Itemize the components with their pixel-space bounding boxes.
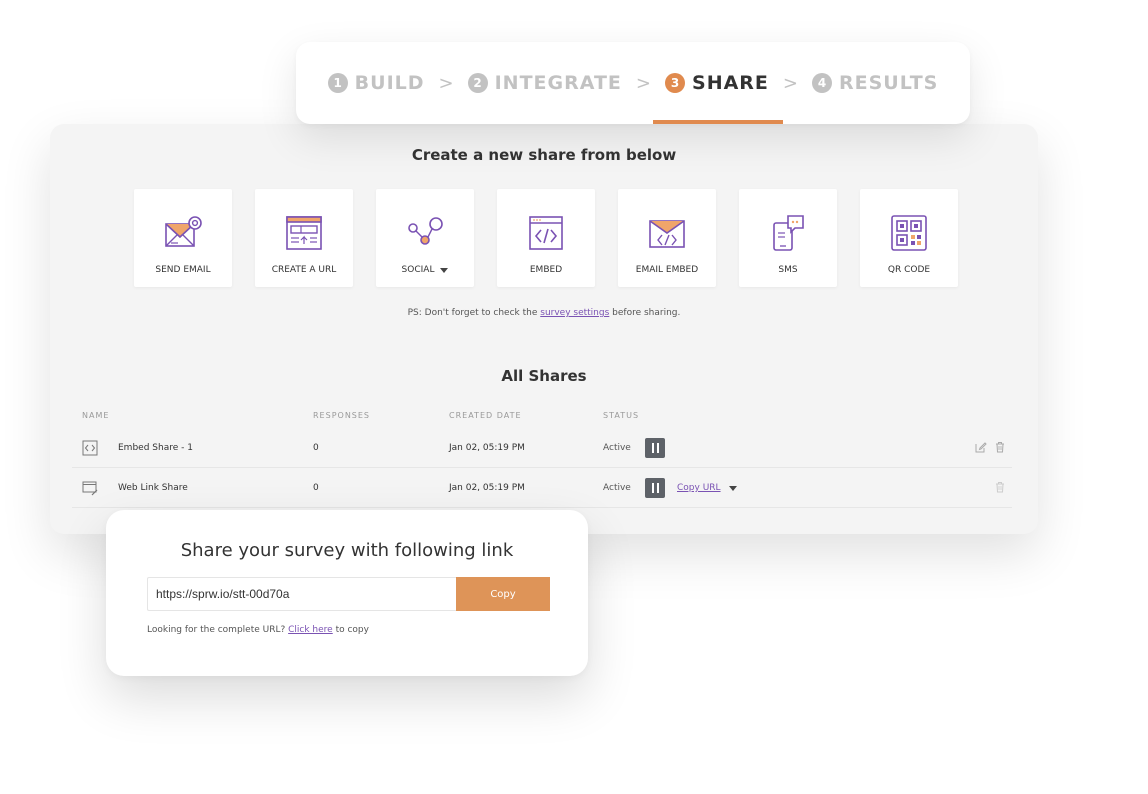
step-share[interactable]: 3 SHARE	[665, 72, 769, 94]
pause-button[interactable]	[645, 438, 665, 458]
pause-bar-icon	[656, 483, 659, 493]
tile-label: SOCIAL	[402, 265, 449, 275]
trash-icon[interactable]	[994, 481, 1006, 493]
step-build[interactable]: 1 BUILD	[327, 72, 425, 94]
qr-code-tile[interactable]: QR CODE	[860, 189, 958, 287]
share-responses: 0	[313, 483, 319, 493]
col-name: NAME	[82, 411, 110, 420]
table-row: Embed Share - 1 0 Jan 02, 05:19 PM Activ…	[72, 428, 1012, 468]
tile-label: EMBED	[529, 265, 563, 275]
sms-tile[interactable]: SMS	[739, 189, 837, 287]
share-options: SEND EMAIL CREATE A URL SOCIAL EMBED EMA…	[134, 189, 958, 287]
embed-tile[interactable]: EMBED	[497, 189, 595, 287]
share-created-date: Jan 02, 05:19 PM	[449, 483, 525, 493]
tile-label: SMS	[778, 265, 798, 275]
steps-bar: 1 BUILD > 2 INTEGRATE > 3 SHARE > 4 RESU…	[296, 42, 970, 124]
step-label: INTEGRATE	[494, 72, 622, 94]
caret-down-icon[interactable]	[440, 267, 449, 273]
tile-label: SEND EMAIL	[155, 265, 211, 275]
table-header: NAME RESPONSES CREATED DATE STATUS	[82, 411, 1002, 423]
pause-bar-icon	[651, 483, 654, 493]
col-status: STATUS	[603, 411, 640, 420]
chevron-right-icon: >	[635, 72, 652, 94]
social-label: SOCIAL	[401, 265, 435, 275]
pause-bar-icon	[656, 443, 659, 453]
ps-text: PS: Don't forget to check the	[407, 308, 541, 318]
settings-reminder: PS: Don't forget to check the survey set…	[50, 308, 1038, 318]
step-number: 1	[327, 73, 348, 93]
copy-url-dropdown[interactable]: Copy URL	[677, 483, 737, 493]
popup-title: Share your survey with following link	[180, 540, 514, 561]
envelope-at-icon	[165, 216, 202, 247]
share-link-popup: Share your survey with following link Co…	[106, 510, 588, 676]
web-link-icon	[82, 481, 98, 496]
envelope-code-icon	[649, 220, 685, 248]
step-number: 2	[467, 73, 488, 93]
send-email-tile[interactable]: SEND EMAIL	[134, 189, 232, 287]
step-label: BUILD	[354, 72, 425, 94]
share-status: Active	[603, 443, 631, 453]
col-created-date: CREATED DATE	[449, 411, 522, 420]
share-name[interactable]: Web Link Share	[118, 483, 188, 493]
share-status: Active	[603, 483, 631, 493]
step-label: RESULTS	[839, 72, 939, 94]
copy-url-link[interactable]: Copy URL	[677, 483, 721, 493]
share-created-date: Jan 02, 05:19 PM	[449, 443, 525, 453]
share-link-field[interactable]	[147, 577, 457, 611]
step-integrate[interactable]: 2 INTEGRATE	[467, 72, 622, 94]
phone-chat-icon	[773, 215, 804, 251]
caret-down-icon[interactable]	[728, 485, 737, 491]
edit-icon[interactable]	[975, 441, 987, 453]
copy-button[interactable]: Copy	[456, 577, 550, 611]
email-embed-tile[interactable]: EMAIL EMBED	[618, 189, 716, 287]
click-here-link[interactable]: Click here	[288, 625, 333, 635]
step-number: 3	[665, 73, 686, 93]
table-row: Web Link Share 0 Jan 02, 05:19 PM Active…	[72, 468, 1012, 508]
qr-code-icon	[891, 215, 927, 251]
tile-label: CREATE A URL	[271, 265, 337, 275]
share-name[interactable]: Embed Share - 1	[118, 443, 193, 453]
survey-settings-link[interactable]: survey settings	[540, 308, 609, 318]
pause-bar-icon	[651, 443, 654, 453]
code-window-icon	[529, 216, 563, 250]
step-number: 4	[812, 73, 833, 93]
note-text-end: to copy	[332, 625, 369, 635]
step-results[interactable]: 4 RESULTS	[812, 72, 938, 94]
all-shares-title: All Shares	[501, 367, 587, 385]
tile-label: EMAIL EMBED	[635, 265, 699, 275]
browser-url-icon	[286, 216, 322, 250]
share-nodes-icon	[408, 217, 443, 245]
social-tile[interactable]: SOCIAL	[376, 189, 474, 287]
create-url-tile[interactable]: CREATE A URL	[255, 189, 353, 287]
ps-text-end: before sharing.	[609, 308, 681, 318]
active-step-indicator	[653, 120, 783, 124]
chevron-right-icon: >	[782, 72, 799, 94]
tile-label: QR CODE	[887, 265, 931, 275]
col-responses: RESPONSES	[313, 411, 371, 420]
share-panel: Create a new share from below SEND EMAIL	[50, 124, 1038, 534]
share-responses: 0	[313, 443, 319, 453]
pause-button[interactable]	[645, 478, 665, 498]
chevron-right-icon: >	[438, 72, 454, 94]
embed-code-icon	[82, 440, 98, 456]
trash-icon[interactable]	[994, 441, 1006, 453]
create-share-title: Create a new share from below	[411, 146, 677, 164]
note-text: Looking for the complete URL?	[147, 625, 289, 635]
step-label: SHARE	[692, 72, 769, 94]
complete-url-note: Looking for the complete URL? Click here…	[147, 625, 369, 635]
